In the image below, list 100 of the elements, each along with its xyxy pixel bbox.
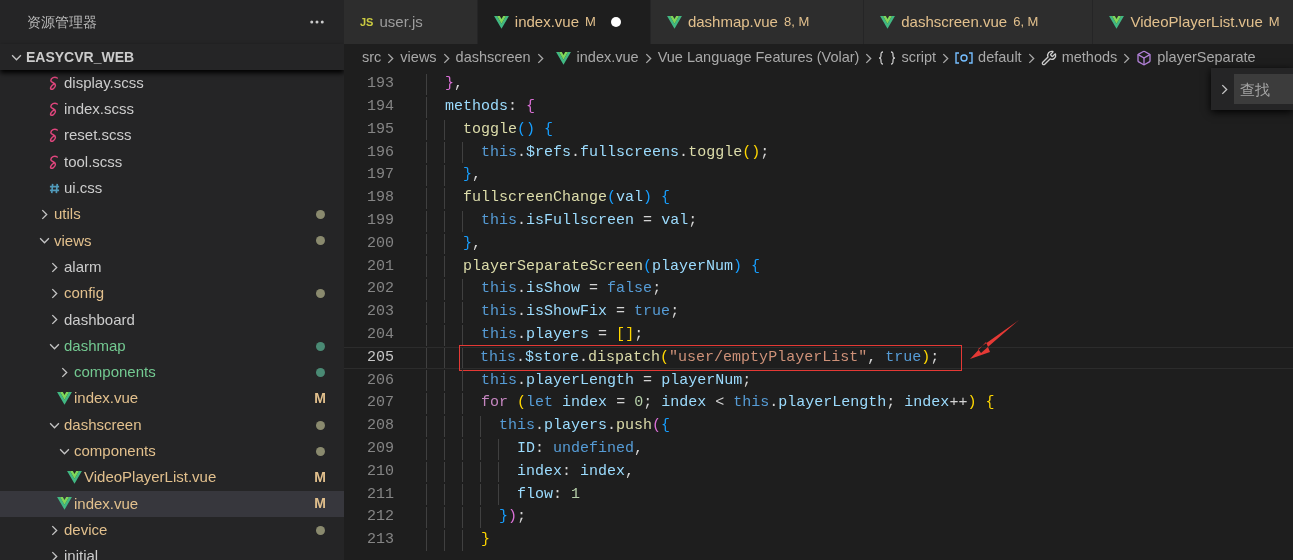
breadcrumb-item[interactable]: src [362, 47, 382, 69]
line-number: 212 [366, 507, 394, 528]
folder-item[interactable]: utils [0, 201, 344, 228]
code-line: this.$refs.fullscreens.toggle(); [480, 142, 771, 163]
item-label: utils [54, 204, 82, 225]
sidebar-title: 资源管理器 [27, 12, 97, 32]
line-number: 208 [366, 416, 394, 437]
chevron-down-icon [48, 342, 60, 350]
chevron-right-icon [60, 366, 68, 378]
code-line: this.isShowFix = true; [480, 302, 681, 323]
code-line: fullscreenChange(val) { [462, 188, 672, 209]
folder-item[interactable]: views [0, 227, 344, 255]
line-number: 207 [366, 393, 394, 414]
tab-status-label: M [585, 13, 596, 32]
editor-tab[interactable]: dashscreen.vue 6, M [864, 0, 1094, 44]
line-number: 199 [366, 210, 394, 231]
code-line: }, [462, 165, 483, 186]
breadcrumb-item[interactable]: playerSeparate [1157, 47, 1256, 69]
folder-item[interactable]: dashmap [0, 332, 344, 360]
folder-item[interactable]: EASYCVR_WEB [0, 43, 344, 71]
item-label: reset.scss [64, 125, 133, 146]
file-item[interactable]: index.vue M [0, 490, 344, 518]
chevron-right-icon [1027, 52, 1035, 64]
find-field[interactable]: 查找 [1234, 74, 1293, 104]
code-line: this.players.push({ [498, 416, 672, 437]
wrench-icon [1040, 50, 1057, 66]
folder-item[interactable]: dashscreen [0, 411, 344, 439]
file-item[interactable]: reset.scss [0, 122, 344, 149]
chevron-right-icon [442, 52, 450, 64]
item-label: dashboard [64, 309, 136, 330]
editor-tab[interactable]: VideoPlayerList.vue M [1093, 0, 1293, 44]
chevron-right-icon [865, 52, 873, 64]
breadcrumb-item[interactable]: Vue Language Features (Volar) [657, 47, 860, 69]
chevron-right-icon [50, 524, 58, 536]
code-line: }, [444, 74, 465, 95]
vue-icon [666, 15, 682, 29]
braces-icon [878, 51, 897, 65]
line-number: 211 [366, 484, 394, 505]
editor-tab[interactable]: JS user.js [344, 0, 478, 44]
git-status-label: M [314, 468, 326, 488]
file-item[interactable]: display.scss [0, 70, 344, 97]
code-line: index: index, [516, 461, 636, 482]
item-label: alarm [64, 256, 103, 277]
file-item[interactable]: index.vue M [0, 385, 344, 412]
breadcrumb-item[interactable]: views [400, 47, 437, 69]
chevron-right-icon [50, 288, 58, 299]
folder-item[interactable]: components [0, 438, 344, 465]
code-line: this.players = []; [480, 324, 645, 345]
line-number: 205 [366, 347, 394, 368]
line-number: 197 [366, 165, 394, 186]
code-line: } [480, 530, 492, 551]
file-item[interactable]: tool.scss [0, 148, 344, 176]
tab-label: dashscreen.vue [901, 11, 1008, 32]
item-label: config [64, 283, 106, 304]
vue-icon [66, 471, 82, 485]
breadcrumb-item[interactable]: index.vue [576, 47, 639, 69]
chevron-down-icon [58, 447, 70, 455]
breadcrumb-item[interactable]: default [978, 47, 1022, 69]
code-line: for (let index = 0; index < this.playerLength; index++) { [480, 393, 996, 414]
chevron-down-icon [10, 53, 22, 61]
code-line: methods: { [444, 96, 537, 117]
folder-item[interactable]: components [0, 359, 344, 386]
item-label: index.vue [74, 388, 140, 409]
item-label: views [54, 230, 93, 251]
chevron-down-icon [48, 421, 60, 429]
chevron-down-icon [38, 237, 50, 245]
code-line: this.playerLength = playerNum; [480, 370, 753, 391]
file-item[interactable]: index.scss [0, 96, 344, 123]
file-item[interactable]: VideoPlayerList.vue M [0, 464, 344, 491]
chevron-right-icon [50, 314, 58, 326]
breadcrumb-item[interactable]: methods [1061, 47, 1118, 69]
line-number: 195 [366, 119, 394, 140]
folder-item[interactable]: device [0, 517, 344, 544]
chevron-right-icon [50, 261, 58, 273]
folder-item[interactable]: alarm [0, 254, 344, 281]
folder-item[interactable]: config [0, 280, 344, 307]
vue-icon [555, 51, 571, 65]
js-file-label: JS [360, 14, 374, 30]
breadcrumb-item[interactable]: dashscreen [455, 47, 531, 69]
item-label: components [74, 362, 157, 383]
line-number: 196 [366, 142, 394, 163]
item-label: VideoPlayerList.vue [84, 467, 218, 488]
sass-icon [48, 128, 60, 144]
file-item[interactable]: ui.css [0, 175, 344, 202]
sass-icon [48, 154, 60, 170]
git-status-label: M [314, 389, 326, 409]
vue-icon [56, 497, 72, 511]
breadcrumb-item[interactable]: script [901, 47, 937, 69]
line-number: 213 [366, 530, 394, 551]
line-number: 209 [366, 438, 394, 459]
folder-item[interactable]: dashboard [0, 306, 344, 333]
item-label: tool.scss [64, 151, 124, 172]
editor-tab[interactable]: dashmap.vue 8, M [650, 0, 865, 44]
code-line: this.isFullscreen = val; [480, 210, 699, 231]
item-label: index.scss [64, 99, 136, 120]
editor-tab[interactable]: index.vue M [477, 0, 651, 44]
item-label: dashmap [64, 335, 127, 356]
tab-status-label: 8, M [783, 13, 810, 32]
vue-icon [493, 15, 509, 29]
item-label: EASYCVR_WEB [26, 47, 136, 67]
